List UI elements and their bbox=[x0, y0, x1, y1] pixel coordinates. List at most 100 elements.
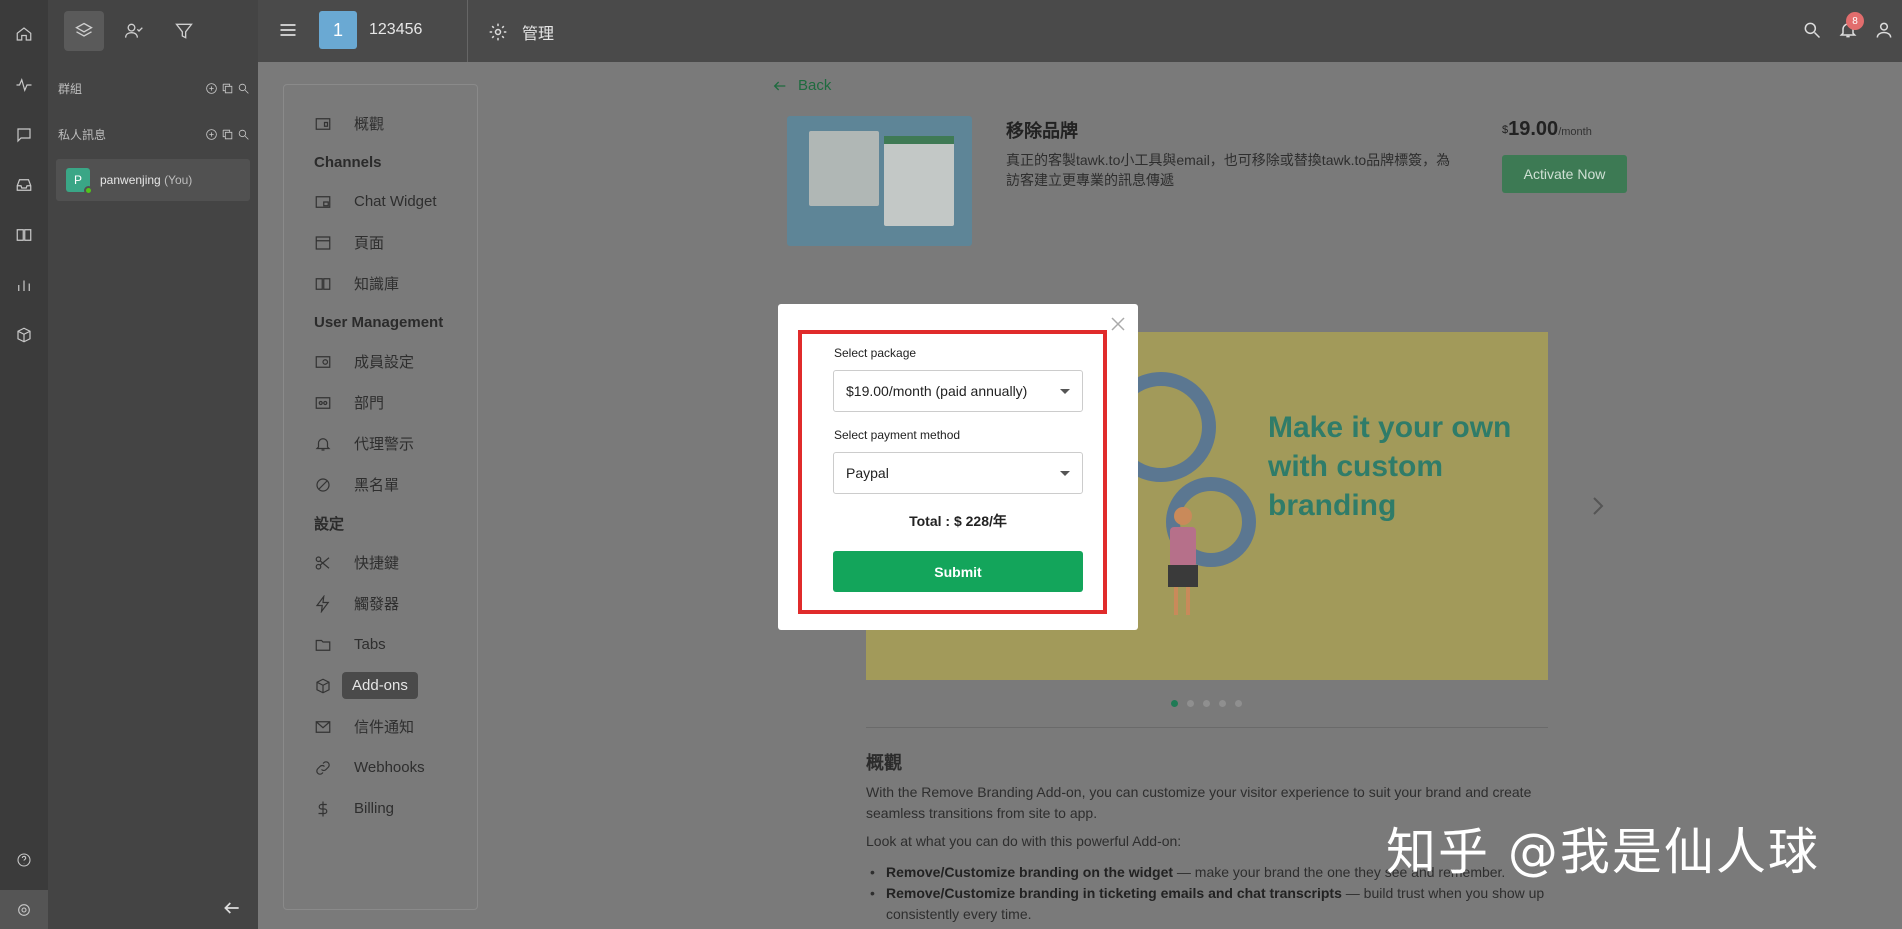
notification-count-badge: 8 bbox=[1846, 12, 1864, 30]
divider bbox=[467, 0, 468, 62]
settings-gear-icon[interactable] bbox=[0, 890, 48, 929]
collapse-arrow-icon[interactable] bbox=[222, 898, 242, 923]
inbox-icon[interactable] bbox=[12, 173, 36, 197]
product-price: $19.00/month bbox=[1502, 118, 1592, 140]
add-group-icon[interactable] bbox=[205, 82, 218, 95]
sidebar-item-addons[interactable]: Add-ons bbox=[314, 665, 474, 706]
sidebar-item-blacklist[interactable]: 黑名單 bbox=[314, 464, 474, 505]
book-icon[interactable] bbox=[12, 223, 36, 247]
icon-rail bbox=[0, 0, 48, 929]
payment-method-select[interactable]: Paypal bbox=[833, 452, 1083, 494]
divider bbox=[866, 727, 1548, 728]
feature-bullet: Remove/Customize branding in ticketing e… bbox=[870, 883, 1566, 925]
carousel-dot[interactable] bbox=[1203, 700, 1210, 707]
add-message-icon[interactable] bbox=[205, 128, 218, 141]
chevron-down-icon bbox=[1060, 389, 1070, 394]
search-icon[interactable] bbox=[237, 82, 250, 95]
departments-icon bbox=[315, 396, 331, 409]
product-title: 移除品牌 bbox=[1006, 121, 1078, 141]
overview-text-2: Look at what you can do with this powerf… bbox=[866, 833, 1182, 849]
carousel-dot[interactable] bbox=[1219, 700, 1226, 707]
hamburger-menu-icon[interactable] bbox=[278, 20, 298, 40]
sidebar-item-webhooks[interactable]: Webhooks bbox=[314, 747, 474, 788]
home-icon[interactable] bbox=[12, 22, 36, 46]
payment-method-label: Select payment method bbox=[834, 428, 961, 442]
user-management-header: User Management bbox=[314, 314, 444, 331]
sidebar-item-agent-alerts[interactable]: 代理警示 bbox=[314, 423, 474, 464]
carousel-dot[interactable] bbox=[1235, 700, 1242, 707]
property-badge[interactable]: 1 bbox=[319, 11, 357, 49]
close-icon[interactable] bbox=[1110, 316, 1126, 332]
person-illustration bbox=[1162, 507, 1202, 617]
contacts-panel: 群組 私人訊息 P panwenjing (You) bbox=[48, 0, 258, 929]
groups-label: 群組 bbox=[58, 81, 83, 96]
layers-icon[interactable] bbox=[64, 11, 104, 51]
back-link[interactable]: Back bbox=[772, 77, 831, 94]
avatar: P bbox=[66, 168, 93, 195]
activity-icon[interactable] bbox=[12, 73, 36, 97]
sidebar-item-tabs[interactable]: Tabs bbox=[314, 624, 474, 665]
total-text: Total : $ 228/年 bbox=[909, 513, 1007, 529]
chat-icon[interactable] bbox=[12, 123, 36, 147]
sidebar-item-email-notifications[interactable]: 信件通知 bbox=[314, 706, 474, 747]
overview-icon bbox=[315, 117, 331, 130]
channels-header: Channels bbox=[314, 154, 382, 171]
watermark: 知乎 @我是仙人球 bbox=[1386, 823, 1820, 881]
scissors-icon bbox=[315, 555, 330, 570]
purchase-modal: Select package $19.00/month (paid annual… bbox=[778, 304, 1138, 630]
folder-icon bbox=[315, 639, 331, 651]
submit-button[interactable]: Submit bbox=[833, 551, 1083, 592]
page-icon bbox=[315, 235, 331, 250]
package-select[interactable]: $19.00/month (paid annually) bbox=[833, 370, 1083, 412]
chevron-down-icon bbox=[1060, 471, 1070, 476]
help-icon[interactable] bbox=[16, 852, 32, 873]
chat-user-suffix: (You) bbox=[164, 173, 193, 187]
sidebar-item-knowledge-base[interactable]: 知識庫 bbox=[314, 263, 474, 304]
carousel-dots bbox=[1171, 700, 1242, 707]
search-icon[interactable] bbox=[237, 128, 250, 141]
admin-sidebar: 概觀 Channels Chat Widget 頁面 知識庫 User Mana… bbox=[283, 84, 478, 910]
filter-icon[interactable] bbox=[164, 11, 204, 51]
property-name[interactable]: 123456 bbox=[369, 21, 422, 39]
online-status-dot bbox=[84, 186, 93, 195]
private-messages-label: 私人訊息 bbox=[58, 127, 107, 142]
product-thumbnail bbox=[787, 116, 972, 246]
dollar-icon bbox=[318, 801, 328, 816]
arrow-left-icon bbox=[773, 81, 786, 90]
sidebar-item-chat-widget[interactable]: Chat Widget bbox=[314, 181, 474, 222]
cube-icon bbox=[316, 678, 330, 693]
sidebar-item-triggers[interactable]: 觸發器 bbox=[314, 583, 474, 624]
copy-icon[interactable] bbox=[221, 128, 234, 141]
package-label: Select package bbox=[834, 346, 917, 360]
addons-cube-icon[interactable] bbox=[12, 323, 36, 347]
bell-icon bbox=[315, 437, 331, 451]
members-icon bbox=[315, 355, 331, 368]
lightning-icon bbox=[315, 594, 330, 613]
user-profile-icon[interactable] bbox=[1866, 14, 1902, 46]
sidebar-item-overview[interactable]: 概觀 bbox=[314, 103, 474, 144]
banner-text: Make it your own with custom branding bbox=[1268, 411, 1512, 522]
chat-list-item[interactable]: P panwenjing (You) bbox=[56, 159, 250, 201]
mail-icon bbox=[315, 720, 331, 733]
sidebar-item-shortcuts[interactable]: 快捷鍵 bbox=[314, 542, 474, 583]
search-icon[interactable] bbox=[1794, 14, 1830, 46]
product-description: 真正的客製tawk.to小工具與email，也可移除或替換tawk.to品牌標簽… bbox=[1006, 152, 1451, 188]
carousel-dot[interactable] bbox=[1187, 700, 1194, 707]
sidebar-item-billing[interactable]: Billing bbox=[314, 788, 474, 829]
user-check-icon[interactable] bbox=[114, 11, 154, 51]
carousel-dot[interactable] bbox=[1171, 700, 1178, 707]
copy-icon[interactable] bbox=[221, 82, 234, 95]
sidebar-item-members[interactable]: 成員設定 bbox=[314, 341, 474, 382]
sidebar-item-pages[interactable]: 頁面 bbox=[314, 222, 474, 263]
private-messages-section: 私人訊息 bbox=[58, 124, 250, 144]
settings-header: 設定 bbox=[314, 516, 345, 533]
gear-icon bbox=[489, 23, 507, 41]
carousel-next-arrow-icon[interactable] bbox=[1588, 494, 1608, 523]
top-bar: 1 123456 管理 8 bbox=[258, 0, 1902, 62]
book-icon bbox=[315, 277, 331, 290]
reports-icon[interactable] bbox=[12, 273, 36, 297]
sidebar-item-departments[interactable]: 部門 bbox=[314, 382, 474, 423]
chat-user-name: panwenjing bbox=[100, 173, 161, 187]
activate-now-button[interactable]: Activate Now bbox=[1502, 155, 1627, 193]
notification-bell-icon[interactable]: 8 bbox=[1830, 12, 1866, 46]
